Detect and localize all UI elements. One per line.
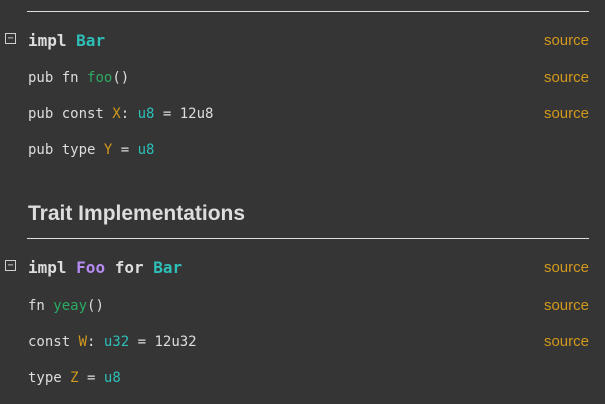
- keyword-for: for: [114, 258, 144, 277]
- collapse-toggle-icon[interactable]: −: [5, 260, 16, 271]
- separator: :: [120, 106, 138, 122]
- source-link[interactable]: source: [544, 256, 589, 280]
- impl-bar-header: − impl Bar source: [0, 29, 605, 53]
- keyword-impl: impl: [28, 31, 67, 50]
- method-yeay: fn yeay() source: [0, 294, 605, 318]
- section-title-trait-implementations: Trait Implementations: [28, 202, 246, 225]
- const-w-link[interactable]: W: [79, 334, 87, 350]
- impl-bar-signature: impl Bar: [28, 29, 105, 53]
- const-x-link[interactable]: X: [112, 106, 120, 122]
- const-x-signature: pub const X: u8 = 12u8: [28, 102, 213, 126]
- trait-foo-link[interactable]: Foo: [76, 258, 105, 277]
- const-w: const W: u32 = 12u32 source: [0, 330, 605, 354]
- type-bar-link[interactable]: Bar: [153, 258, 182, 277]
- const-x: pub const X: u8 = 12u8 source: [0, 102, 605, 126]
- impl-foo-for-bar-header: − impl Foo for Bar source: [0, 256, 605, 280]
- fn-foo-link[interactable]: foo: [87, 70, 112, 86]
- type-u32-link[interactable]: u32: [104, 334, 129, 350]
- type-u8-link[interactable]: u8: [138, 142, 155, 158]
- keyword-impl: impl: [28, 258, 67, 277]
- type-bar-link[interactable]: Bar: [76, 31, 105, 50]
- type-z-signature: type Z = u8: [28, 366, 121, 390]
- keyword: pub type: [28, 142, 104, 158]
- const-value: = 12u8: [154, 106, 214, 122]
- impl-foo-for-bar-signature: impl Foo for Bar: [28, 256, 182, 280]
- section-divider: [27, 238, 589, 239]
- method-foo-signature: pub fn foo(): [28, 66, 129, 90]
- method-yeay-signature: fn yeay(): [28, 294, 104, 318]
- const-value: = 12u32: [129, 334, 197, 350]
- separator: :: [87, 334, 104, 350]
- top-divider: [27, 11, 589, 12]
- type-u8-link[interactable]: u8: [138, 106, 155, 122]
- type-z: type Z = u8: [0, 366, 605, 390]
- type-z-link[interactable]: Z: [70, 370, 78, 386]
- source-link[interactable]: source: [544, 29, 589, 53]
- parens: (): [87, 298, 104, 314]
- fn-yeay-link[interactable]: yeay: [53, 298, 87, 314]
- keyword: const: [28, 334, 79, 350]
- source-link[interactable]: source: [544, 294, 589, 318]
- source-link[interactable]: source: [544, 102, 589, 126]
- source-link[interactable]: source: [544, 66, 589, 90]
- keyword: pub fn: [28, 70, 88, 86]
- method-foo: pub fn foo() source: [0, 66, 605, 90]
- source-link[interactable]: source: [544, 330, 589, 354]
- parens: (): [112, 70, 130, 86]
- type-y-signature: pub type Y = u8: [28, 138, 154, 162]
- keyword: pub const: [28, 106, 113, 122]
- separator: =: [78, 370, 104, 386]
- type-u8-link[interactable]: u8: [104, 370, 121, 386]
- keyword: type: [28, 370, 71, 386]
- collapse-toggle-icon[interactable]: −: [5, 33, 16, 44]
- keyword: fn: [28, 298, 54, 314]
- separator: =: [112, 142, 138, 158]
- const-w-signature: const W: u32 = 12u32: [28, 330, 197, 354]
- type-y: pub type Y = u8: [0, 138, 605, 162]
